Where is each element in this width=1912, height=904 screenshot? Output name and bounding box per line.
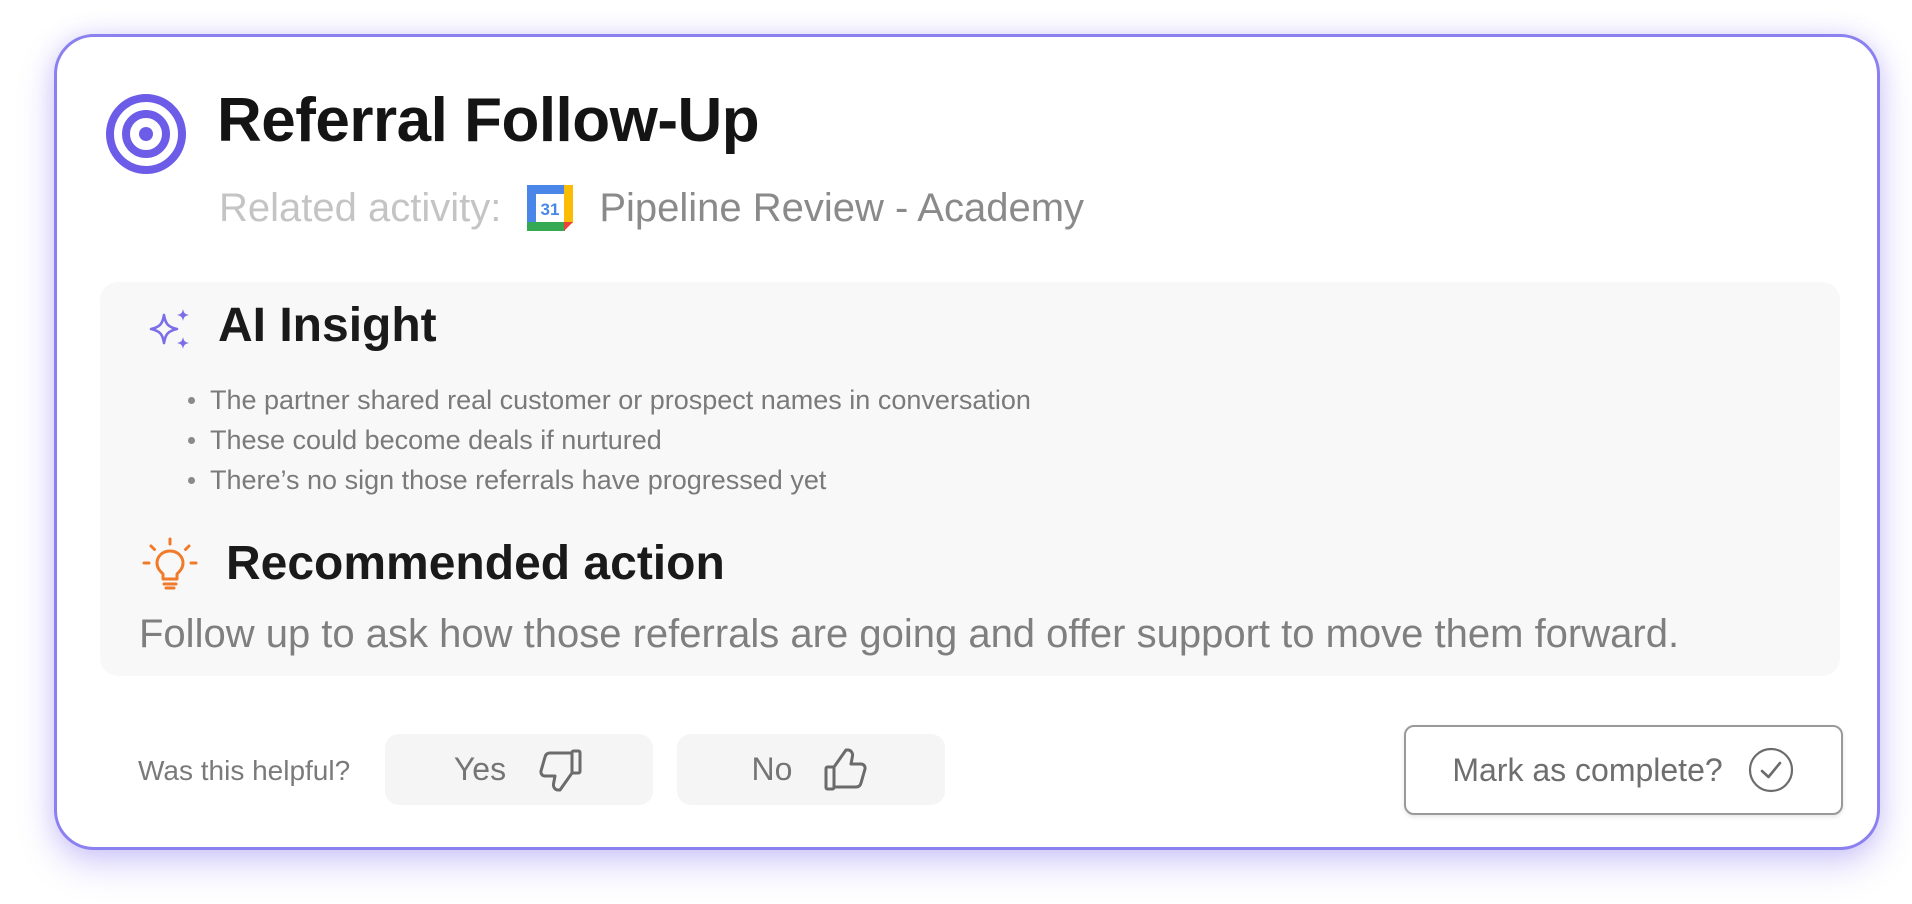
yes-button[interactable]: Yes (385, 734, 653, 805)
insight-bullet-list: The partner shared real customer or pros… (180, 380, 1031, 500)
card-title: Referral Follow-Up (217, 86, 760, 155)
no-label: No (751, 751, 793, 787)
thumbs-down-icon (539, 749, 582, 791)
no-button[interactable]: No (677, 734, 945, 805)
recommendation-card: Referral Follow-Up Related activity: 31 … (54, 34, 1880, 850)
insight-panel: AI Insight The partner shared real custo… (100, 282, 1840, 676)
insight-title: AI Insight (218, 299, 437, 352)
target-icon (106, 94, 186, 174)
sparkle-icon (149, 309, 189, 349)
google-calendar-icon: 31 (527, 185, 574, 231)
lightbulb-icon (142, 537, 198, 590)
related-activity: Related activity: 31 Pipeline Review - A… (219, 180, 1084, 236)
insight-bullet: There’s no sign those referrals have pro… (180, 460, 1031, 500)
check-circle-icon (1748, 747, 1793, 793)
mark-complete-label: Mark as complete? (1452, 751, 1723, 788)
mark-complete-button[interactable]: Mark as complete? (1404, 725, 1843, 815)
related-activity-label: Related activity: (219, 185, 502, 230)
yes-label: Yes (453, 751, 507, 787)
thumbs-up-icon (824, 748, 868, 790)
insight-bullet: The partner shared real customer or pros… (180, 380, 1031, 420)
insight-bullet: These could become deals if nurtured (180, 420, 1031, 460)
helpful-question: Was this helpful? (138, 755, 351, 786)
related-activity-link[interactable]: Pipeline Review - Academy (599, 186, 1084, 231)
recommended-action-title: Recommended action (226, 537, 725, 590)
recommended-action-text: Follow up to ask how those referrals are… (139, 612, 1680, 656)
calendar-day-number: 31 (541, 200, 560, 219)
